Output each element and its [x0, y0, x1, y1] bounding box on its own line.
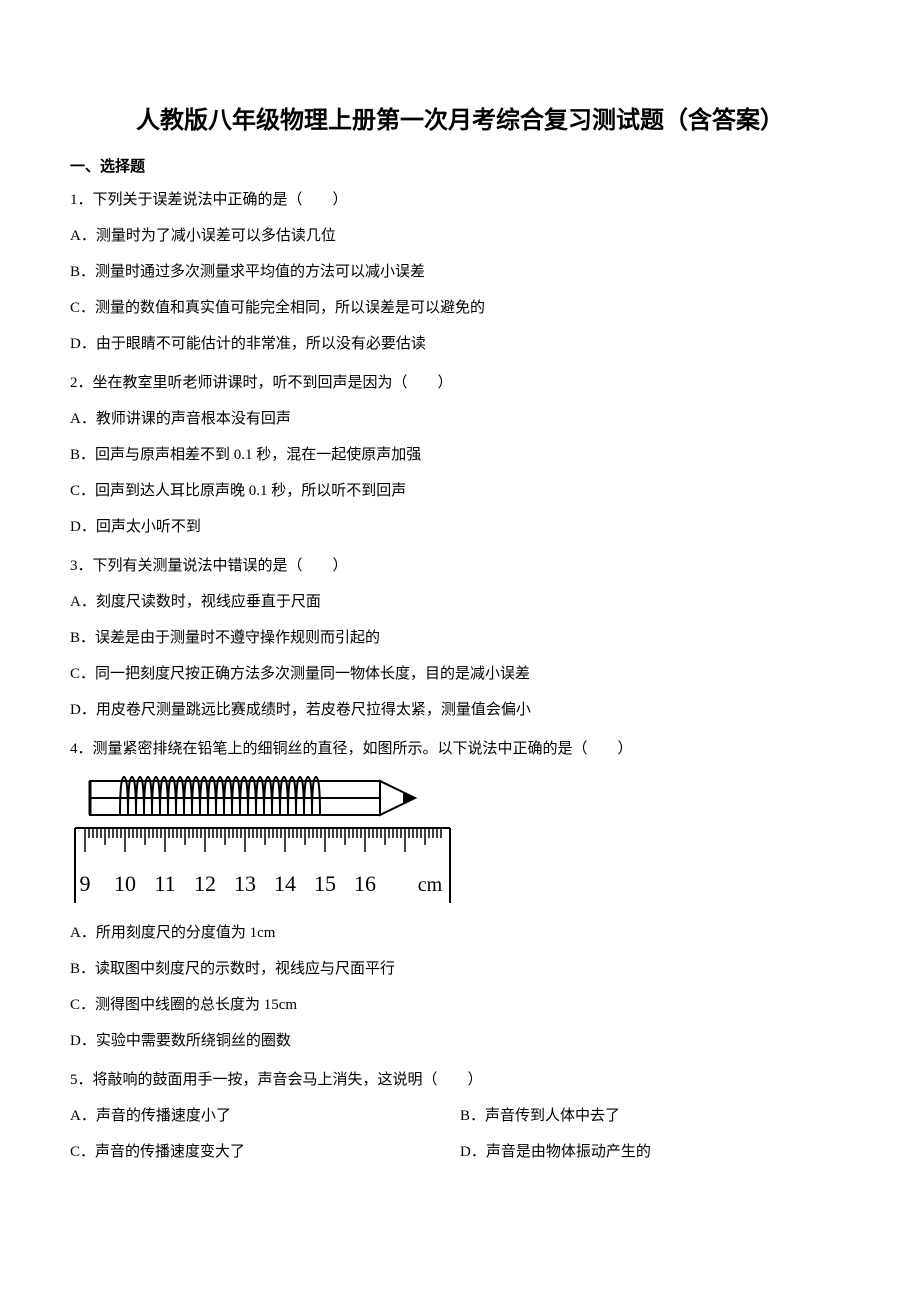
q2-option-a: A．教师讲课的声音根本没有回声: [70, 407, 850, 431]
q4-option-b: B．读取图中刻度尺的示数时，视线应与尺面平行: [70, 957, 850, 981]
ruler-pencil-figure: 9 10 11 12 13 14 15 16 cm: [70, 773, 850, 903]
svg-text:13: 13: [234, 871, 256, 896]
q1-option-a: A．测量时为了减小误差可以多估读几位: [70, 224, 850, 248]
q4-option-c: C．测得图中线圈的总长度为 15cm: [70, 993, 850, 1017]
question-3: 3．下列有关测量说法中错误的是（ ） A．刻度尺读数时，视线应垂直于尺面 B．误…: [70, 554, 850, 722]
q2-option-d: D．回声太小听不到: [70, 515, 850, 539]
svg-text:11: 11: [154, 871, 175, 896]
question-4: 4．测量紧密排绕在铅笔上的细铜丝的直径，如图所示。以下说法中正确的是（ ）: [70, 737, 850, 1053]
q1-stem: 1．下列关于误差说法中正确的是（ ）: [70, 188, 850, 212]
q3-option-b: B．误差是由于测量时不遵守操作规则而引起的: [70, 626, 850, 650]
q1-option-b: B．测量时通过多次测量求平均值的方法可以减小误差: [70, 260, 850, 284]
q3-option-a: A．刻度尺读数时，视线应垂直于尺面: [70, 590, 850, 614]
svg-text:16: 16: [354, 871, 376, 896]
q5-option-b: B．声音传到人体中去了: [460, 1104, 850, 1128]
svg-text:12: 12: [194, 871, 216, 896]
svg-text:9: 9: [80, 871, 91, 896]
question-2: 2．坐在教室里听老师讲课时，听不到回声是因为（ ） A．教师讲课的声音根本没有回…: [70, 371, 850, 539]
section-header: 一、选择题: [70, 155, 850, 176]
q4-stem: 4．测量紧密排绕在铅笔上的细铜丝的直径，如图所示。以下说法中正确的是（ ）: [70, 737, 850, 761]
svg-text:14: 14: [274, 871, 296, 896]
q5-stem: 5．将敲响的鼓面用手一按，声音会马上消失，这说明（ ）: [70, 1068, 850, 1092]
q3-option-c: C．同一把刻度尺按正确方法多次测量同一物体长度，目的是减小误差: [70, 662, 850, 686]
q5-option-c: C．声音的传播速度变大了: [70, 1140, 460, 1164]
q3-stem: 3．下列有关测量说法中错误的是（ ）: [70, 554, 850, 578]
question-1: 1．下列关于误差说法中正确的是（ ） A．测量时为了减小误差可以多估读几位 B．…: [70, 188, 850, 356]
q4-option-a: A．所用刻度尺的分度值为 1cm: [70, 921, 850, 945]
q2-stem: 2．坐在教室里听老师讲课时，听不到回声是因为（ ）: [70, 371, 850, 395]
q2-option-b: B．回声与原声相差不到 0.1 秒，混在一起使原声加强: [70, 443, 850, 467]
q3-option-d: D．用皮卷尺测量跳远比赛成绩时，若皮卷尺拉得太紧，测量值会偏小: [70, 698, 850, 722]
svg-text:15: 15: [314, 871, 336, 896]
svg-text:10: 10: [114, 871, 136, 896]
page-title: 人教版八年级物理上册第一次月考综合复习测试题（含答案）: [70, 100, 850, 135]
q5-option-d: D．声音是由物体振动产生的: [460, 1140, 850, 1164]
svg-text:cm: cm: [418, 874, 443, 896]
q4-option-d: D．实验中需要数所绕铜丝的圈数: [70, 1029, 850, 1053]
question-5: 5．将敲响的鼓面用手一按，声音会马上消失，这说明（ ） A．声音的传播速度小了 …: [70, 1068, 850, 1164]
q2-option-c: C．回声到达人耳比原声晚 0.1 秒，所以听不到回声: [70, 479, 850, 503]
q1-option-c: C．测量的数值和真实值可能完全相同，所以误差是可以避免的: [70, 296, 850, 320]
q1-option-d: D．由于眼睛不可能估计的非常准，所以没有必要估读: [70, 332, 850, 356]
q5-option-a: A．声音的传播速度小了: [70, 1104, 460, 1128]
